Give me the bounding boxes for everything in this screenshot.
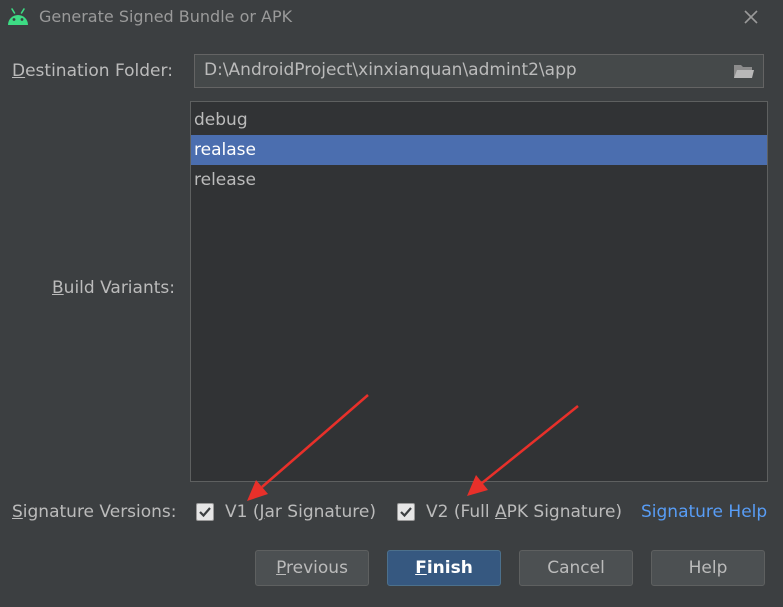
destination-folder-field[interactable]: D:\AndroidProject\xinxianquan\admint2\ap… bbox=[194, 54, 764, 88]
v1-signature-checkbox[interactable] bbox=[196, 503, 214, 521]
signature-versions-label: Signature Versions: bbox=[12, 502, 177, 522]
checkmark-icon bbox=[400, 507, 412, 518]
destination-folder-label: Destination Folder: bbox=[12, 61, 173, 81]
build-variant-item[interactable]: debug bbox=[191, 105, 767, 135]
previous-button[interactable]: Previous bbox=[255, 550, 369, 586]
dialog-title: Generate Signed Bundle or APK bbox=[39, 7, 293, 26]
folder-icon[interactable] bbox=[733, 62, 755, 80]
cancel-button[interactable]: Cancel bbox=[519, 550, 633, 586]
generate-signed-apk-dialog: Generate Signed Bundle or APK Destinatio… bbox=[0, 0, 783, 607]
close-icon[interactable] bbox=[740, 6, 762, 28]
finish-button[interactable]: Finish bbox=[387, 550, 501, 586]
v1-signature-label[interactable]: V1 (Jar Signature) bbox=[225, 502, 376, 522]
destination-folder-path[interactable]: D:\AndroidProject\xinxianquan\admint2\ap… bbox=[204, 60, 577, 80]
build-variant-item[interactable]: release bbox=[191, 165, 767, 195]
build-variant-item-selected[interactable]: realase bbox=[191, 135, 767, 165]
v2-signature-checkbox[interactable] bbox=[397, 503, 415, 521]
title-bar[interactable]: Generate Signed Bundle or APK bbox=[0, 0, 783, 34]
v2-signature-label[interactable]: V2 (Full APK Signature) bbox=[426, 502, 622, 522]
checkmark-icon bbox=[199, 507, 211, 518]
build-variants-label: Build Variants: bbox=[52, 278, 175, 298]
signature-help-link[interactable]: Signature Help bbox=[641, 502, 767, 522]
build-variants-list[interactable]: debug realase release bbox=[190, 101, 768, 482]
android-icon bbox=[6, 6, 30, 28]
help-button[interactable]: Help bbox=[651, 550, 765, 586]
